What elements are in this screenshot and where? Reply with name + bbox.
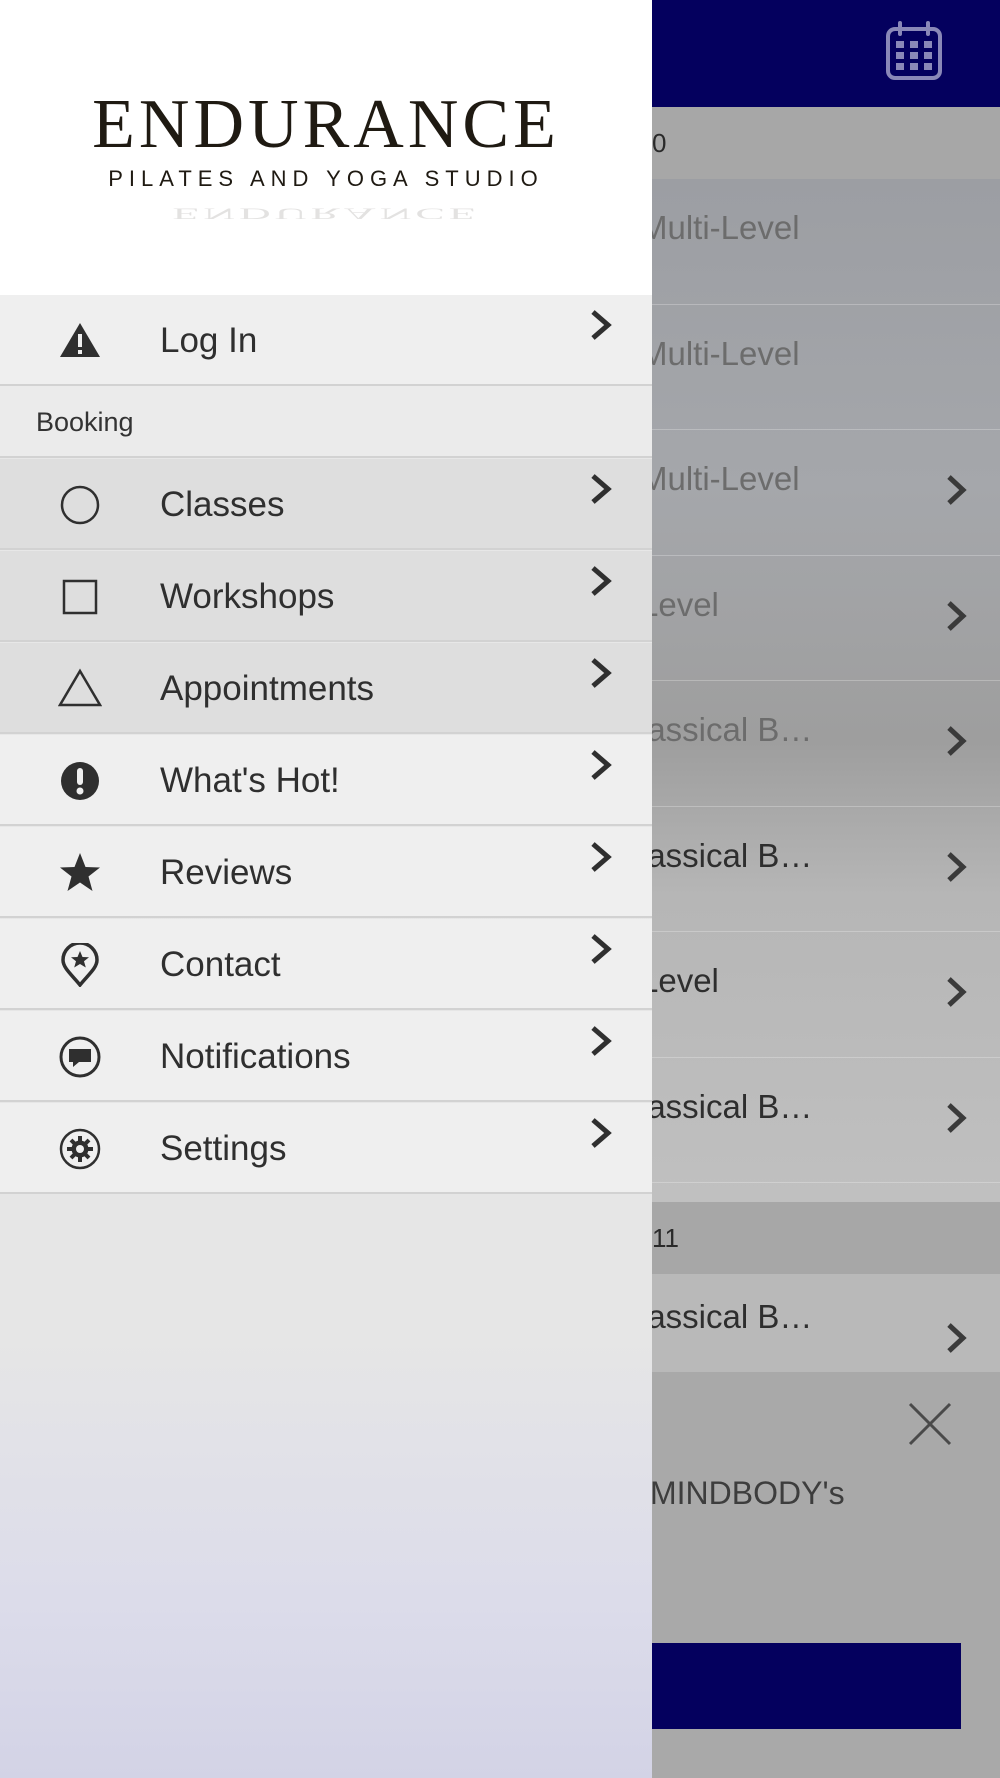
panel-action-button[interactable] bbox=[620, 1643, 961, 1729]
chevron-right-icon bbox=[944, 1100, 968, 1136]
chevron-right-icon bbox=[944, 472, 968, 508]
menu-item-reviews[interactable]: Reviews bbox=[0, 827, 652, 918]
chat-bubble-icon bbox=[58, 1035, 102, 1079]
menu-item-workshops[interactable]: Workshops bbox=[0, 551, 652, 642]
chevron-right-icon bbox=[588, 1115, 614, 1151]
chevron-right-icon bbox=[588, 307, 614, 343]
class-row-label: Multi-Level bbox=[640, 334, 800, 372]
menu-item-label: Reviews bbox=[160, 853, 293, 892]
star-icon bbox=[58, 851, 102, 895]
menu-item-log-in[interactable]: Log In bbox=[0, 295, 652, 386]
menu-item-label: Workshops bbox=[160, 577, 335, 616]
info-panel-text: MINDBODY's bbox=[650, 1475, 845, 1511]
menu-item-appointments[interactable]: Appointments bbox=[0, 643, 652, 734]
chevron-right-icon bbox=[588, 471, 614, 507]
chevron-right-icon bbox=[588, 839, 614, 875]
triangle-outline-icon bbox=[57, 667, 103, 711]
exclamation-circle-icon bbox=[58, 759, 102, 803]
logo-reflection: ENDURANCE bbox=[172, 204, 480, 223]
date-header-text: 0 bbox=[652, 128, 667, 158]
class-row-label: lassical B… bbox=[640, 836, 813, 874]
class-row-label: lassical B… bbox=[640, 1298, 813, 1335]
date-header-text: 11 bbox=[652, 1223, 679, 1253]
chevron-right-icon bbox=[944, 974, 968, 1010]
chevron-right-icon bbox=[588, 931, 614, 967]
gear-icon bbox=[58, 1127, 102, 1171]
menu-item-label: Log In bbox=[160, 321, 258, 360]
menu-item-what-s-hot[interactable]: What's Hot! bbox=[0, 735, 652, 826]
chevron-right-icon bbox=[944, 723, 968, 759]
menu-item-label: What's Hot! bbox=[160, 761, 340, 800]
menu-item-notifications[interactable]: Notifications bbox=[0, 1011, 652, 1102]
logo-subtitle: PILATES AND YOGA STUDIO bbox=[108, 166, 544, 191]
chevron-right-icon bbox=[944, 849, 968, 885]
close-icon[interactable] bbox=[908, 1402, 952, 1446]
chevron-right-icon bbox=[588, 655, 614, 691]
menu-item-label: Notifications bbox=[160, 1037, 351, 1076]
chevron-right-icon bbox=[588, 1023, 614, 1059]
menu-item-settings[interactable]: Settings bbox=[0, 1103, 652, 1194]
menu-item-classes[interactable]: Classes bbox=[0, 459, 652, 550]
circle-outline-icon bbox=[58, 483, 102, 527]
warning-triangle-icon bbox=[58, 319, 102, 363]
chevron-right-icon bbox=[588, 563, 614, 599]
square-outline-icon bbox=[58, 575, 102, 619]
chevron-right-icon bbox=[588, 747, 614, 783]
studio-logo: ENDURANCE PILATES AND YOGA STUDIO ENDURA… bbox=[0, 0, 652, 295]
menu-item-label: Classes bbox=[160, 485, 285, 524]
calendar-icon[interactable] bbox=[884, 20, 944, 82]
class-row-label: Multi-Level bbox=[640, 209, 800, 246]
menu-item-label: Appointments bbox=[160, 669, 375, 708]
location-pin-icon bbox=[58, 941, 102, 988]
menu-item-label: Contact bbox=[160, 945, 281, 984]
navigation-drawer: ENDURANCE PILATES AND YOGA STUDIO ENDURA… bbox=[0, 0, 652, 1778]
menu-item-contact[interactable]: Contact bbox=[0, 919, 652, 1010]
section-header-booking: Booking bbox=[0, 386, 652, 458]
class-row-label: Multi-Level bbox=[640, 460, 800, 497]
chevron-right-icon bbox=[944, 1320, 968, 1356]
chevron-right-icon bbox=[944, 598, 968, 634]
logo-title: ENDURANCE bbox=[92, 86, 560, 163]
menu-item-label: Settings bbox=[160, 1129, 287, 1168]
section-header-label: Booking bbox=[36, 407, 134, 437]
class-row-label: lassical B… bbox=[640, 711, 813, 748]
class-row-label: lassical B… bbox=[640, 1087, 813, 1125]
